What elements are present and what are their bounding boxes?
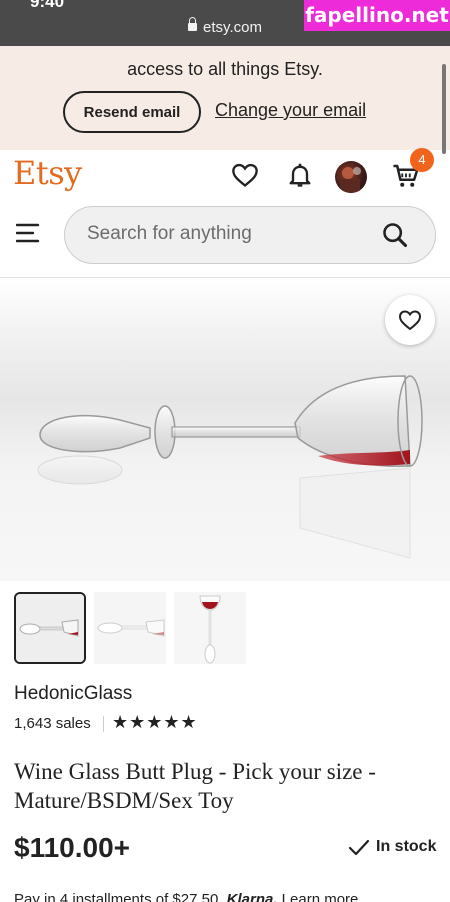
klarna-label: Klarna. — [226, 891, 278, 902]
email-verify-banner: access to all things Etsy. Resend email … — [0, 46, 450, 150]
stock-label: In stock — [376, 838, 437, 855]
search-input[interactable] — [87, 223, 367, 245]
favorite-button[interactable] — [385, 295, 435, 345]
lock-icon — [188, 17, 198, 31]
thumbnail-3[interactable] — [174, 592, 246, 664]
search-icon[interactable] — [381, 221, 409, 249]
learn-more-link[interactable]: Learn more — [282, 891, 359, 902]
thumbnail-1[interactable] — [14, 592, 86, 664]
stock-status: In stock — [348, 838, 436, 856]
heart-icon — [398, 310, 422, 331]
thumbnail-2[interactable] — [94, 592, 166, 664]
change-email-link[interactable]: Change your email — [215, 100, 366, 121]
rating-stars[interactable]: ★★★★★ — [112, 712, 198, 733]
cart-count-badge: 4 — [410, 148, 434, 172]
shop-name[interactable]: HedonicGlass — [14, 683, 132, 705]
status-time: 9:40 — [30, 0, 65, 11]
installments-info: Pay in 4 installments of $27.50. Klarna.… — [14, 891, 358, 902]
price: $110.00+ — [14, 832, 131, 863]
listing-title: Wine Glass Butt Plug - Pick your size - … — [14, 759, 376, 813]
separator — [103, 716, 104, 732]
search-bar[interactable] — [64, 206, 436, 264]
installments-text: Pay in 4 installments of $27.50. — [14, 891, 223, 902]
product-image[interactable] — [0, 278, 450, 581]
heart-icon[interactable] — [231, 161, 259, 189]
banner-text: access to all things Etsy. — [127, 59, 323, 79]
user-avatar[interactable] — [335, 161, 367, 193]
bell-icon[interactable] — [286, 161, 314, 189]
menu-icon[interactable] — [16, 222, 40, 244]
check-icon — [348, 839, 370, 856]
etsy-logo[interactable]: Etsy — [13, 154, 82, 192]
url-text: etsy.com — [203, 19, 262, 36]
sales-count: 1,643 sales — [14, 715, 91, 732]
watermark: fapellino.net — [304, 0, 450, 31]
resend-email-button[interactable]: Resend email — [63, 91, 201, 133]
scrollbar[interactable] — [442, 64, 446, 154]
